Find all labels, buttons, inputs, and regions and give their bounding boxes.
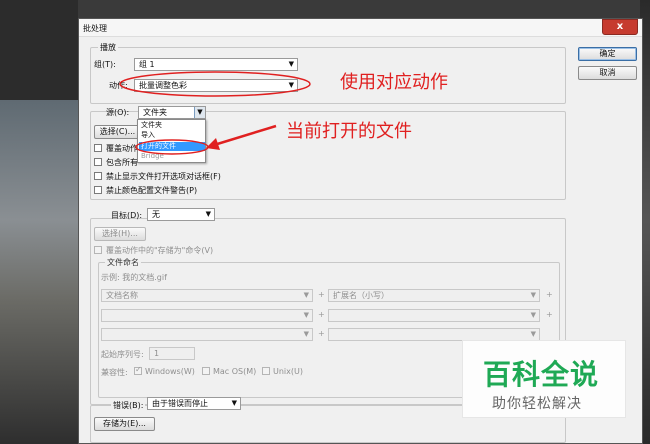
ok-button[interactable]: 确定 — [578, 47, 637, 61]
include-subfolders-checkbox[interactable] — [94, 158, 102, 166]
chevron-down-icon: ▼ — [303, 311, 309, 319]
destination-select-value: 无 — [152, 210, 160, 219]
chevron-down-icon: ▼ — [288, 60, 294, 68]
errors-label: 错误(B): — [111, 400, 146, 411]
override-save-as-label: 覆盖动作中的"存储为"命令(V) — [106, 246, 214, 255]
naming-field-1[interactable]: 文档名称 ▼ — [101, 289, 313, 302]
source-option-folder[interactable]: 文件夹 — [139, 121, 205, 130]
chevron-down-icon: ▼ — [530, 291, 536, 299]
file-naming-label: 文件命名 — [105, 257, 141, 268]
window-title: 批处理 — [83, 24, 107, 33]
override-action-open-label: 覆盖动作 — [106, 144, 138, 153]
plus-icon: + — [546, 310, 553, 319]
plus-icon: + — [546, 290, 553, 299]
action-annotation: 使用对应动作 — [340, 72, 448, 93]
serial-label: 起始序列号: — [101, 350, 144, 359]
close-button[interactable]: x — [602, 19, 638, 35]
naming-field-5[interactable]: ▼ — [101, 328, 313, 341]
compat-unix-checkbox[interactable] — [262, 367, 270, 375]
chevron-down-icon: ▼ — [530, 311, 536, 319]
suppress-color-warnings-label: 禁止颜色配置文件警告(P) — [106, 186, 198, 195]
watermark: 百科全说 助你轻松解决 — [462, 340, 626, 418]
chevron-down-icon: ▼ — [205, 210, 211, 218]
source-option-import[interactable]: 导入 — [139, 131, 205, 140]
include-subfolders-label: 包含所有 — [106, 158, 138, 167]
play-group-label: 播放 — [98, 42, 118, 53]
compat-label: 兼容性: — [101, 368, 128, 377]
chevron-down-icon: ▼ — [303, 330, 309, 338]
compat-unix-label: Unix(U) — [273, 367, 303, 376]
background-photo — [0, 0, 78, 444]
background-top — [0, 0, 650, 20]
naming-field-4[interactable]: ▼ — [328, 309, 540, 322]
naming-example: 示例: 我的文档.gif — [101, 273, 167, 282]
destination-select[interactable]: 无 ▼ — [147, 208, 215, 221]
chevron-down-icon: ▼ — [194, 107, 205, 118]
play-group — [90, 47, 566, 104]
source-select-value: 文件夹 — [143, 108, 167, 117]
source-select[interactable]: 文件夹 ▼ — [138, 106, 206, 119]
source-label: 源(O): — [106, 108, 130, 117]
source-option-opened-files[interactable]: 打开的文件 — [139, 142, 205, 151]
watermark-title: 百科全说 — [483, 358, 600, 391]
source-dropdown-list: 文件夹 导入 打开的文件 Bridge — [137, 119, 206, 163]
destination-choose-button[interactable]: 选择(H)... — [94, 227, 146, 241]
compat-windows-checkbox[interactable] — [134, 365, 142, 375]
watermark-subtitle: 助你轻松解决 — [492, 396, 582, 412]
compat-mac-checkbox[interactable] — [202, 367, 210, 375]
plus-icon: + — [318, 310, 325, 319]
suppress-open-dialogs-label: 禁止显示文件打开选项对话框(F) — [106, 172, 221, 181]
naming-field-1-value: 文档名称 — [106, 291, 138, 300]
compat-mac-label: Mac OS(M) — [213, 367, 257, 376]
action-select[interactable]: 批量调整色彩 ▼ — [134, 79, 298, 92]
set-select-value: 组 1 — [139, 60, 155, 69]
plus-icon: + — [318, 329, 325, 338]
chevron-down-icon: ▼ — [530, 330, 536, 338]
errors-select[interactable]: 由于错误而停止 ▼ — [147, 397, 241, 410]
naming-field-2[interactable]: 扩展名（小写） ▼ — [328, 289, 540, 302]
chevron-down-icon: ▼ — [231, 399, 237, 407]
naming-field-3[interactable]: ▼ — [101, 309, 313, 322]
source-option-bridge[interactable]: Bridge — [139, 152, 205, 161]
errors-select-value: 由于错误而停止 — [152, 399, 208, 408]
override-action-open-checkbox[interactable] — [94, 144, 102, 152]
cancel-button[interactable]: 取消 — [578, 66, 637, 80]
chevron-down-icon: ▼ — [303, 291, 309, 299]
title-bar: 批处理 x — [79, 19, 642, 37]
source-choose-button[interactable]: 选择(C)... — [94, 125, 141, 139]
override-save-as-checkbox[interactable] — [94, 246, 102, 254]
compat-windows-label: Windows(W) — [145, 367, 195, 376]
suppress-color-warnings-checkbox[interactable] — [94, 186, 102, 194]
suppress-open-dialogs-checkbox[interactable] — [94, 172, 102, 180]
set-select[interactable]: 组 1 ▼ — [134, 58, 298, 71]
save-as-button[interactable]: 存储为(E)... — [94, 417, 155, 431]
serial-input[interactable]: 1 — [149, 347, 195, 360]
plus-icon: + — [318, 290, 325, 299]
naming-field-2-value: 扩展名（小写） — [333, 291, 389, 300]
destination-label: 目标(D): — [111, 211, 143, 220]
chevron-down-icon: ▼ — [288, 81, 294, 89]
action-label: 动作: — [109, 81, 128, 90]
action-select-value: 批量调整色彩 — [139, 81, 187, 90]
set-label: 组(T): — [94, 60, 116, 69]
opened-files-annotation: 当前打开的文件 — [286, 121, 412, 142]
